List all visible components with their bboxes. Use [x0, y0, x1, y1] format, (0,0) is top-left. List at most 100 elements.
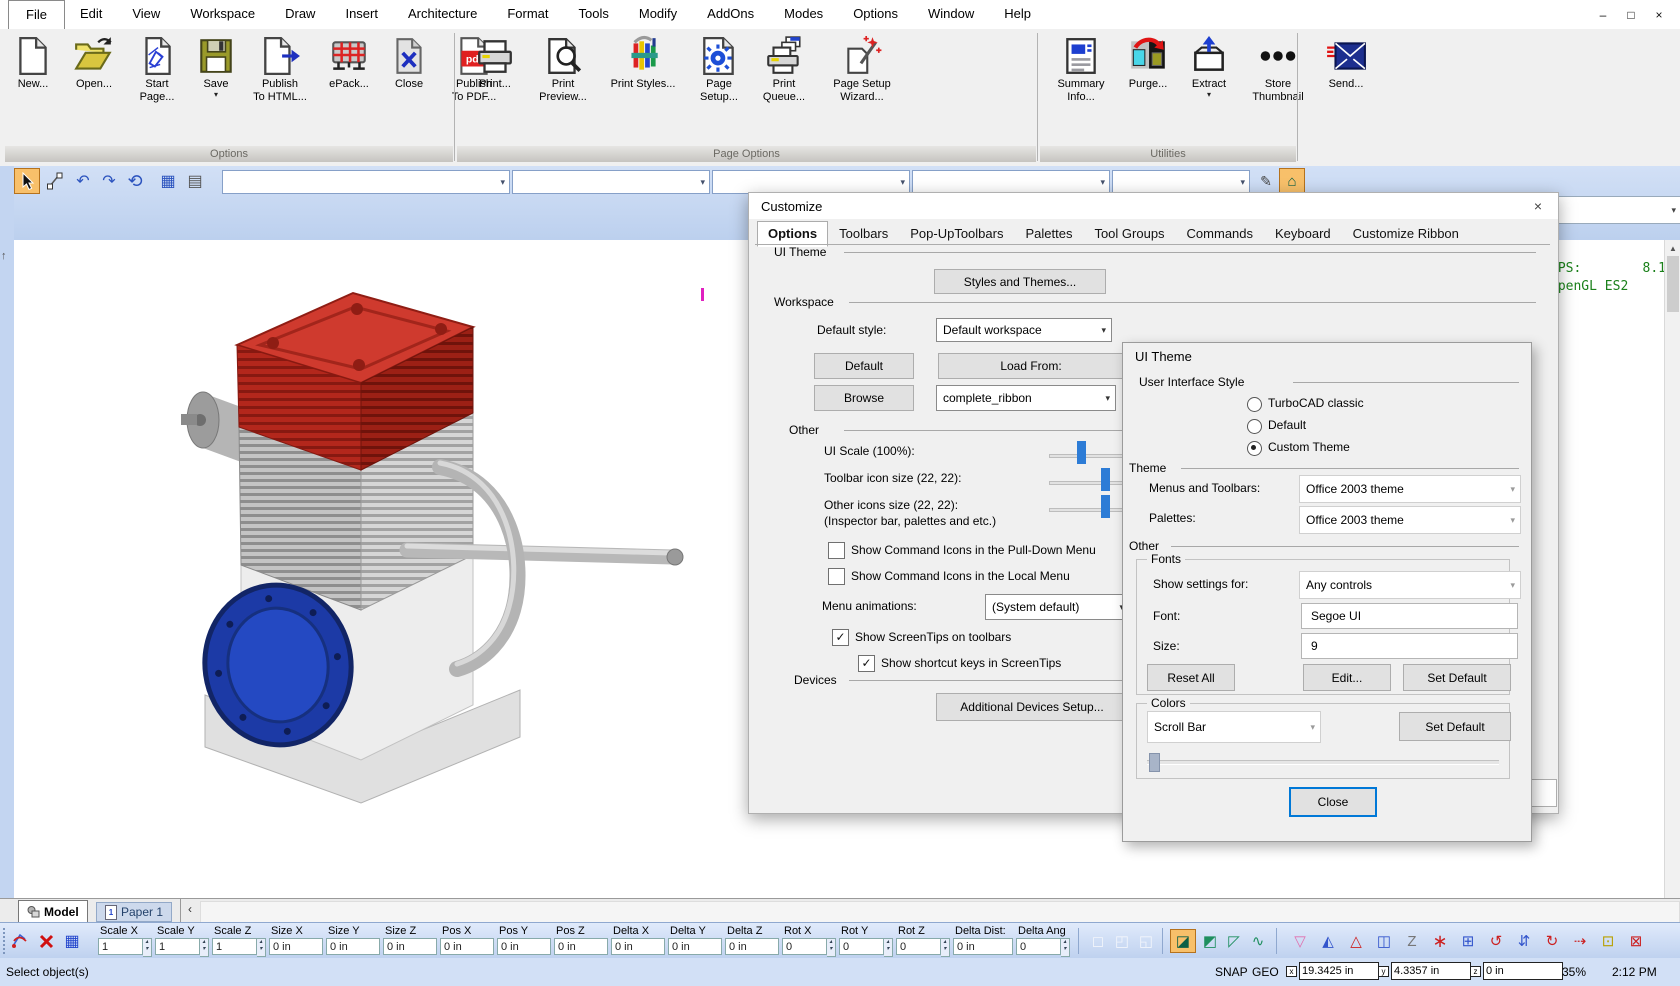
rot-z-input[interactable]	[896, 938, 941, 955]
rotate-ccw-tool-icon[interactable]: ↺	[1484, 930, 1508, 952]
x-coord-input[interactable]	[1299, 962, 1379, 980]
default-button[interactable]: Default	[814, 353, 914, 379]
scale-z-spinner[interactable]: ▴▾	[257, 938, 266, 957]
rot-x-spinner[interactable]: ▴▾	[827, 938, 836, 957]
undo-button[interactable]: ↶	[70, 168, 96, 194]
linewidth-combo[interactable]: ▾	[912, 170, 1110, 194]
additional-devices-button[interactable]: Additional Devices Setup...	[936, 693, 1128, 721]
rot-y-spinner[interactable]: ▴▾	[884, 938, 893, 957]
scroll-up-icon[interactable]: ▲	[1665, 240, 1680, 253]
scale-x-spinner[interactable]: ▴▾	[143, 938, 152, 957]
no-z-tool-icon[interactable]: Z	[1400, 930, 1424, 952]
purge-button[interactable]: Purge...	[1120, 34, 1176, 92]
extract-button[interactable]: Extract ▾	[1182, 34, 1236, 99]
scrollbar-thumb[interactable]	[1667, 256, 1679, 312]
start-page-button[interactable]: Start Page...	[128, 34, 186, 105]
menus-theme-combo[interactable]: Office 2003 theme▾	[1299, 475, 1521, 503]
move-vertical-tool-icon[interactable]: ⇵	[1512, 930, 1536, 952]
workspace-file-combo[interactable]: complete_ribbon▾	[936, 385, 1116, 411]
fit-tool-icon[interactable]: ⊞	[1456, 930, 1480, 952]
turbocad-classic-radio[interactable]	[1247, 397, 1262, 412]
align-tool-icon[interactable]: ◭	[1316, 930, 1340, 952]
linestyle-combo[interactable]: ▾	[712, 170, 910, 194]
menu-view[interactable]: View	[117, 0, 175, 29]
menu-animations-combo[interactable]: (System default)▾	[985, 594, 1130, 620]
workplane-by-view-button[interactable]: ◸	[1222, 930, 1246, 952]
rot-x-input[interactable]	[782, 938, 827, 955]
edit-button[interactable]: Edit...	[1303, 664, 1391, 691]
epack-button[interactable]: ePack...	[320, 34, 378, 92]
page-setup-wizard-button[interactable]: Page Setup Wizard...	[820, 34, 904, 105]
browse-button[interactable]: Browse	[814, 385, 914, 411]
font-input[interactable]	[1309, 608, 1517, 624]
color-slider[interactable]	[1147, 760, 1499, 765]
menu-modes[interactable]: Modes	[769, 0, 838, 29]
menu-file[interactable]: File	[8, 0, 65, 29]
shortcut-keys-checkbox[interactable]: ✓	[858, 655, 875, 672]
other-icons-slider[interactable]	[1049, 508, 1125, 512]
close-button[interactable]: ×	[1648, 8, 1670, 22]
store-thumbnail-button[interactable]: Store Thumbnail	[1242, 34, 1314, 105]
pos-x-input[interactable]	[440, 938, 494, 955]
color-combo[interactable]: ▾	[1112, 170, 1250, 194]
layer-combo[interactable]: ▾	[512, 170, 710, 194]
menu-draw[interactable]: Draw	[270, 0, 330, 29]
reset-all-button[interactable]: Reset All	[1147, 664, 1235, 691]
lock-tool-icon[interactable]: ⊡	[1596, 930, 1620, 952]
shaded-mode-icon[interactable]: ◱	[1134, 930, 1158, 952]
palettes-theme-combo[interactable]: Office 2003 theme▾	[1299, 506, 1521, 534]
minimize-button[interactable]: –	[1592, 8, 1614, 22]
delta-ang-input[interactable]	[1016, 938, 1061, 955]
size-y-input[interactable]	[326, 938, 380, 955]
pos-y-input[interactable]	[497, 938, 551, 955]
docked-combo[interactable]: ▾	[1558, 196, 1680, 224]
open-button[interactable]: Open...	[66, 34, 122, 92]
scale-z-input[interactable]	[212, 938, 257, 955]
engine-3d-model[interactable]	[175, 265, 695, 875]
scale-x-input[interactable]	[98, 938, 143, 955]
rotate-cw-tool-icon[interactable]: ↻	[1540, 930, 1564, 952]
inspector-table-button[interactable]: ▦	[60, 929, 84, 953]
redo-button[interactable]: ↷	[96, 168, 122, 194]
delta-y-input[interactable]	[668, 938, 722, 955]
hidden-button-sliver[interactable]	[1531, 779, 1557, 807]
close-drawing-button[interactable]: Close	[384, 34, 434, 92]
delta-x-input[interactable]	[611, 938, 665, 955]
print-preview-button[interactable]: Print Preview...	[530, 34, 596, 105]
workplane-by-world-button[interactable]: ◩	[1198, 930, 1222, 952]
scale-y-spinner[interactable]: ▴▾	[200, 938, 209, 957]
x-coord-icon[interactable]: x	[1286, 966, 1297, 977]
select-ribbon-tool-icon[interactable]: ▽	[1288, 930, 1312, 952]
ui-scale-slider-thumb[interactable]	[1077, 441, 1086, 464]
menu-modify[interactable]: Modify	[624, 0, 692, 29]
menu-window[interactable]: Window	[913, 0, 989, 29]
mirror-tool-icon[interactable]: ⊠	[1624, 930, 1648, 952]
y-coord-input[interactable]	[1391, 962, 1471, 980]
explode-tool-icon[interactable]: ∗	[1428, 930, 1452, 952]
z-coord-input[interactable]	[1483, 962, 1563, 980]
custom-theme-radio[interactable]	[1247, 441, 1262, 456]
delta-dist-input[interactable]	[953, 938, 1013, 955]
menu-edit[interactable]: Edit	[65, 0, 117, 29]
delta-z-input[interactable]	[725, 938, 779, 955]
up-arrow-icon[interactable]: ↑	[1, 250, 7, 262]
tab-paper-1[interactable]: 1 Paper 1	[96, 902, 172, 922]
delta-tool-icon[interactable]: △	[1344, 930, 1368, 952]
size-x-input[interactable]	[269, 938, 323, 955]
screentips-checkbox[interactable]: ✓	[832, 629, 849, 646]
default-style-radio[interactable]	[1247, 419, 1262, 434]
save-dropdown-caret[interactable]: ▾	[214, 91, 218, 98]
toolbar-icon-slider-thumb[interactable]	[1101, 468, 1110, 491]
local-menu-icons-checkbox[interactable]	[828, 568, 845, 585]
workplane-by-face-button[interactable]: ◪	[1170, 929, 1196, 953]
style-combo[interactable]: ▾	[222, 170, 510, 194]
geo-indicator[interactable]: GEO	[1252, 965, 1279, 979]
restore-button[interactable]: □	[1620, 8, 1642, 22]
vertical-scrollbar[interactable]: ▲	[1664, 240, 1680, 898]
load-from-button[interactable]: Load From:	[938, 353, 1124, 379]
summary-info-button[interactable]: Summary Info...	[1048, 34, 1114, 105]
new-button[interactable]: New...	[6, 34, 60, 92]
select-tool-button[interactable]	[14, 168, 40, 194]
y-coord-icon[interactable]: y	[1378, 966, 1389, 977]
fonts-set-default-button[interactable]: Set Default	[1403, 664, 1511, 691]
